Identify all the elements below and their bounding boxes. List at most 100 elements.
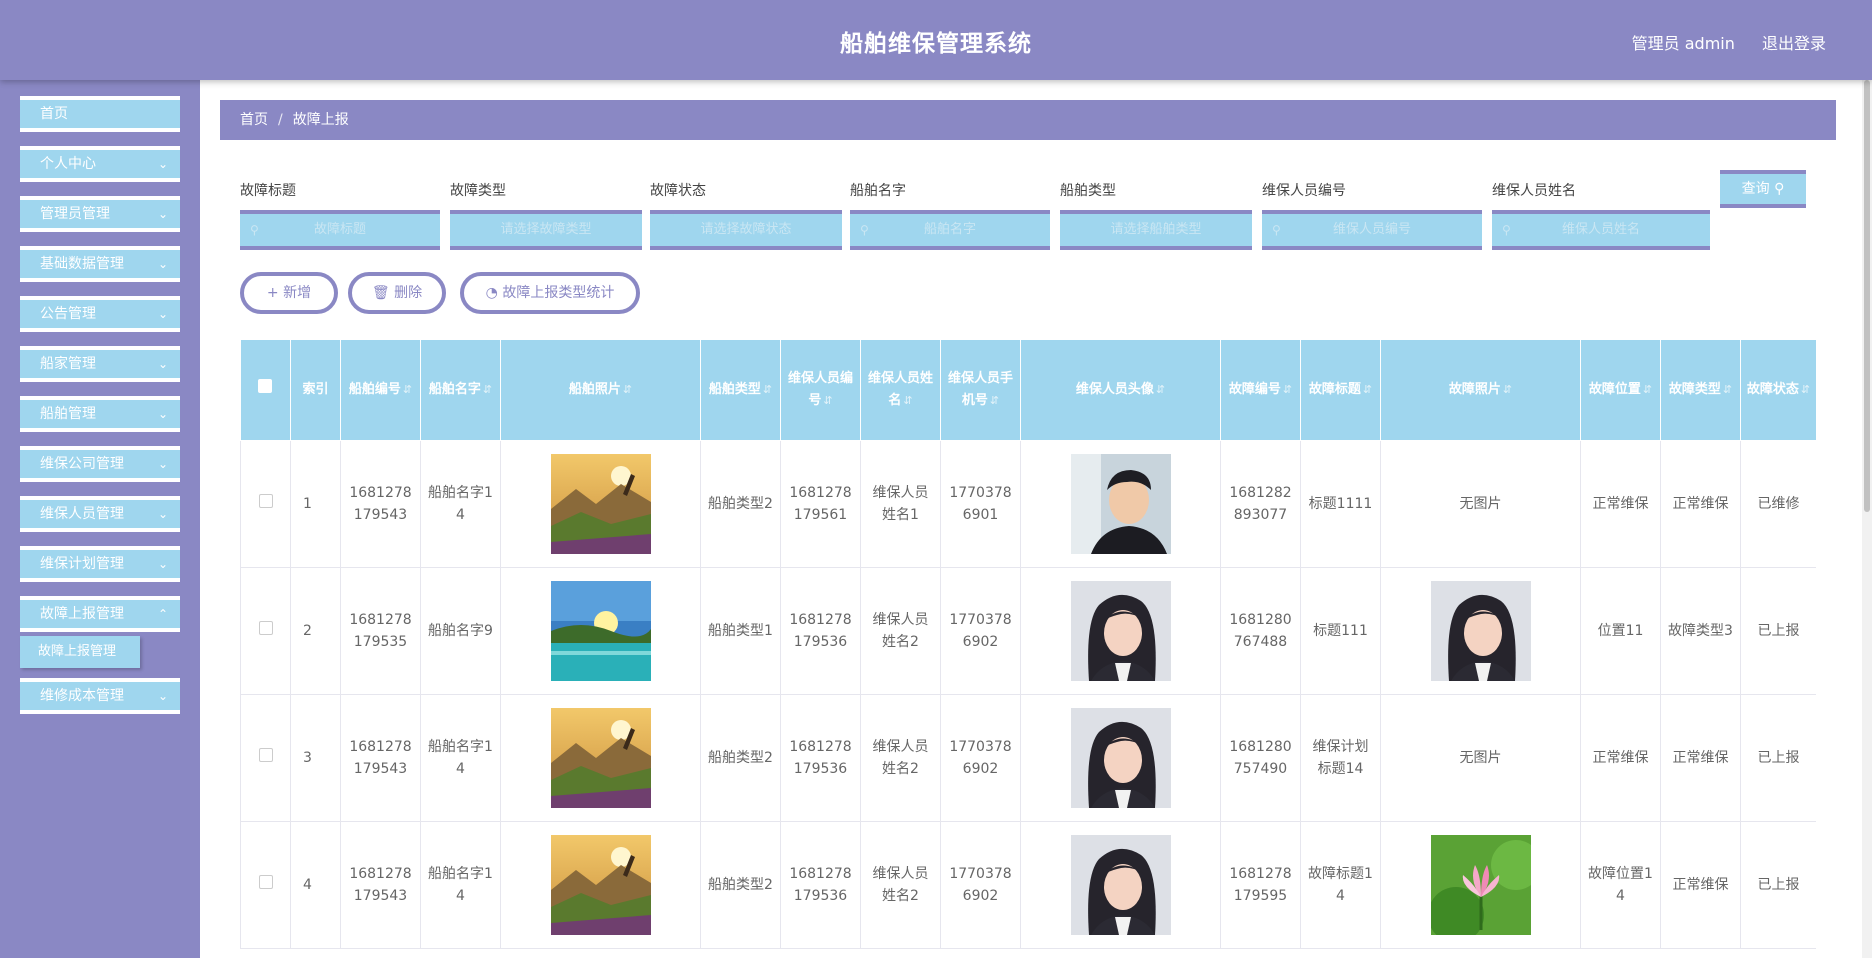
fault-type-select[interactable]: 请选择故障类型 xyxy=(450,210,642,250)
sidebar-item-owner[interactable]: 船家管理 ⌄ xyxy=(20,346,180,382)
sort-icon: ⇵ xyxy=(402,383,413,396)
sidebar-item-plan[interactable]: 维保计划管理 ⌄ xyxy=(20,546,180,582)
cell-fault-status: 已维修 xyxy=(1740,440,1816,568)
ship-type-select[interactable]: 请选择船舶类型 xyxy=(1060,210,1252,250)
cell-checkbox xyxy=(240,567,291,695)
sidebar-subitem-fault[interactable]: 故障上报管理 xyxy=(20,636,140,668)
column-header[interactable]: 船舶编号 ⇵ xyxy=(340,340,421,441)
cell-fault-pos: 正常维保 xyxy=(1580,694,1661,822)
chevron-down-icon: ⌄ xyxy=(157,407,168,421)
fault-title-input[interactable]: ⚲ 故障标题 xyxy=(240,210,440,250)
fault-photo-image[interactable] xyxy=(1430,581,1531,681)
table-row[interactable]: 1 1681278179543 船舶名字14 船舶类型2 1681278179561 维保… xyxy=(240,440,1816,568)
input-placeholder: 请选择船舶类型 xyxy=(1110,222,1202,237)
ship-photo-image[interactable] xyxy=(550,581,651,681)
breadcrumb-separator: / xyxy=(278,112,283,128)
filter-label-title: 故障标题 xyxy=(240,183,296,199)
logout-link[interactable]: 退出登录 xyxy=(1762,34,1826,53)
chevron-down-icon: ⌄ xyxy=(157,257,168,271)
column-header[interactable]: 维保人员编号 ⇵ xyxy=(780,340,861,441)
sidebar-item-profile[interactable]: 个人中心 ⌄ xyxy=(20,146,180,182)
cell-staff-name: 维保人员姓名2 xyxy=(860,694,941,822)
avatar-image[interactable] xyxy=(1070,581,1171,681)
sidebar-item-staff[interactable]: 维保人员管理 ⌄ xyxy=(20,496,180,532)
delete-button[interactable]: 🗑 删除 xyxy=(348,272,446,314)
cell-fault-status: 已上报 xyxy=(1740,821,1816,949)
cell-fault-no: 1681282893077 xyxy=(1220,440,1301,568)
stats-button[interactable]: ◔ 故障上报类型统计 xyxy=(460,272,640,314)
column-header[interactable]: 故障照片 ⇵ xyxy=(1380,340,1581,441)
cell-avatar xyxy=(1020,440,1221,568)
column-header-label: 维保人员姓名 xyxy=(867,371,933,408)
avatar-image[interactable] xyxy=(1070,708,1171,808)
column-header[interactable]: 维保人员手机号 ⇵ xyxy=(940,340,1021,441)
query-button[interactable]: 查询 ⚲ xyxy=(1720,170,1806,208)
cell-ship-type: 船舶类型2 xyxy=(700,440,781,568)
ship-photo-image[interactable] xyxy=(550,454,651,554)
cell-staff-no: 1681278179561 xyxy=(780,440,861,568)
cell-fault-pos: 故障位置14 xyxy=(1580,821,1661,949)
sidebar-item-company[interactable]: 维保公司管理 ⌄ xyxy=(20,446,180,482)
column-header[interactable]: 故障标题 ⇵ xyxy=(1300,340,1381,441)
sidebar-item-label: 维保人员管理 xyxy=(40,506,124,522)
column-header[interactable]: 故障状态 ⇵ xyxy=(1740,340,1816,441)
filter-label-staff-name: 维保人员姓名 xyxy=(1492,183,1576,199)
ship-photo-image[interactable] xyxy=(550,835,651,935)
chevron-down-icon: ⌄ xyxy=(157,689,168,703)
row-checkbox[interactable] xyxy=(258,494,273,508)
sidebar-item-label: 管理员管理 xyxy=(40,206,110,222)
sort-icon: ⇵ xyxy=(903,394,913,407)
cell-fault-no: 1681280757490 xyxy=(1220,694,1301,822)
cell-ship-name: 船舶名字14 xyxy=(420,821,501,949)
avatar-image[interactable] xyxy=(1070,454,1171,554)
select-all-checkbox[interactable] xyxy=(258,379,273,393)
row-checkbox[interactable] xyxy=(258,621,273,635)
row-checkbox[interactable] xyxy=(258,748,273,762)
column-header[interactable]: 船舶类型 ⇵ xyxy=(700,340,781,441)
chevron-down-icon: ⌄ xyxy=(157,507,168,521)
filter-label-fault-type: 故障类型 xyxy=(450,183,506,199)
column-header-label: 船舶照片 xyxy=(568,382,621,397)
sidebar-item-notice[interactable]: 公告管理 ⌄ xyxy=(20,296,180,332)
ship-name-input[interactable]: ⚲ 船舶名字 xyxy=(850,210,1050,250)
staff-no-input[interactable]: ⚲ 维保人员编号 xyxy=(1262,210,1482,250)
cell-staff-phone: 17703786902 xyxy=(940,821,1021,949)
fault-photo-image[interactable] xyxy=(1430,835,1531,935)
column-header[interactable]: 故障位置 ⇵ xyxy=(1580,340,1661,441)
column-header[interactable]: 索引 xyxy=(290,340,341,441)
table-row[interactable]: 4 1681278179543 船舶名字14 船舶类型2 1681278179536 维保… xyxy=(240,821,1816,949)
sidebar-item-admin[interactable]: 管理员管理 ⌄ xyxy=(20,196,180,232)
sidebar-item-home[interactable]: 首页 xyxy=(20,96,180,132)
staff-name-input[interactable]: ⚲ 维保人员姓名 xyxy=(1492,210,1710,250)
input-placeholder: 请选择故障类型 xyxy=(500,222,592,237)
cell-checkbox xyxy=(240,440,291,568)
cell-fault-photo xyxy=(1380,567,1581,695)
column-header[interactable]: 船舶照片 ⇵ xyxy=(500,340,701,441)
input-placeholder: 维保人员编号 xyxy=(1332,222,1411,237)
column-header[interactable]: 故障编号 ⇵ xyxy=(1220,340,1301,441)
main-content: 首页 / 故障上报 故障标题 ⚲ 故障标题 故障类型 请选择故障类型 故障状态 请选择… xyxy=(200,80,1872,958)
cell-fault-title: 标题111 xyxy=(1300,567,1381,695)
sidebar-item-ship[interactable]: 船舶管理 ⌄ xyxy=(20,396,180,432)
avatar-image[interactable] xyxy=(1070,835,1171,935)
column-header[interactable]: 维保人员头像 ⇵ xyxy=(1020,340,1221,441)
table-row[interactable]: 2 1681278179535 船舶名字9 船舶类型1 1681278179536 维保人… xyxy=(240,567,1816,695)
sidebar-item-label: 船舶管理 xyxy=(40,406,96,422)
scrollbar-thumb[interactable] xyxy=(1864,80,1870,512)
sidebar-item-cost[interactable]: 维修成本管理 ⌄ xyxy=(20,678,180,714)
fault-status-select[interactable]: 请选择故障状态 xyxy=(650,210,842,250)
row-checkbox[interactable] xyxy=(258,875,273,889)
table-row[interactable]: 3 1681278179543 船舶名字14 船舶类型2 1681278179536 维保… xyxy=(240,694,1816,822)
breadcrumb-home[interactable]: 首页 xyxy=(240,112,268,128)
sidebar-item-base-data[interactable]: 基础数据管理 ⌄ xyxy=(20,246,180,282)
add-button[interactable]: + 新增 xyxy=(240,272,338,314)
cell-fault-no: 1681280767488 xyxy=(1220,567,1301,695)
app-title: 船舶维保管理系统 xyxy=(840,31,1032,57)
column-header[interactable]: 维保人员姓名 ⇵ xyxy=(860,340,941,441)
delete-label: 删除 xyxy=(394,285,423,301)
sidebar-item-fault[interactable]: 故障上报管理 ⌃ xyxy=(20,596,180,632)
column-header[interactable]: 故障类型 ⇵ xyxy=(1660,340,1741,441)
column-header[interactable]: 船舶名字 ⇵ xyxy=(420,340,501,441)
ship-photo-image[interactable] xyxy=(550,708,651,808)
sidebar-item-label: 维保计划管理 xyxy=(40,556,124,572)
